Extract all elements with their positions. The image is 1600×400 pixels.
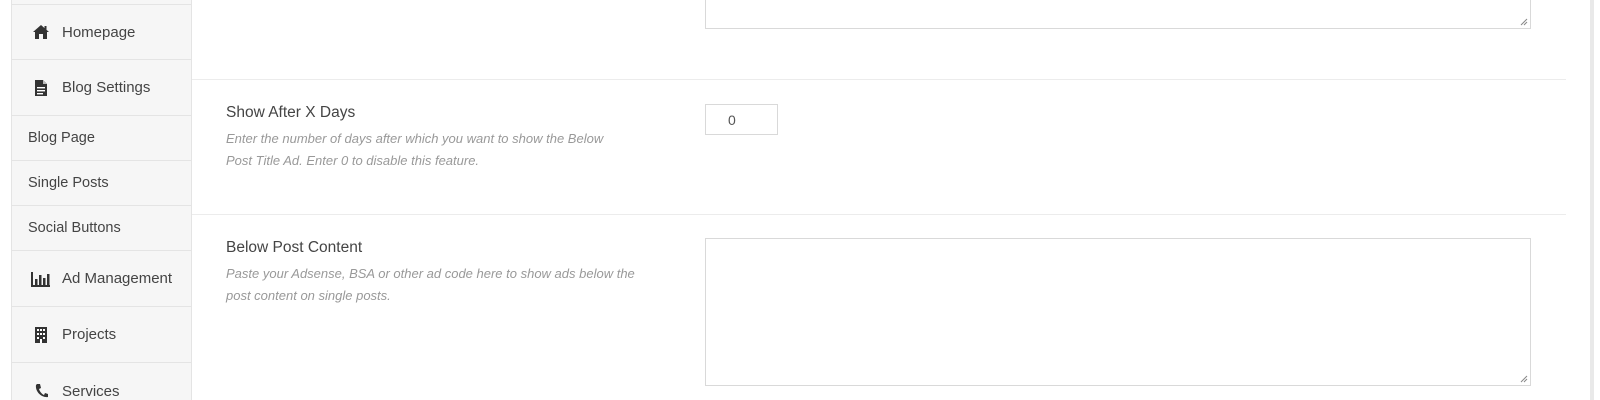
sidebar-item-social-buttons[interactable]: Social Buttons	[12, 206, 191, 251]
sidebar-item-label: Projects	[62, 326, 117, 343]
options-panel: Show After X Days Enter the number of da…	[192, 0, 1566, 400]
sidebar-item-label: Blog Page	[28, 130, 95, 146]
options-sidebar: Homepage Blog Settings Blog Page Single …	[11, 0, 192, 400]
resize-grip-icon[interactable]	[1520, 18, 1528, 26]
field-title: Show After X Days	[226, 104, 356, 121]
sidebar-item-projects[interactable]: Projects	[12, 307, 191, 363]
show-after-days-label: Show After X Days Enter the number of da…	[226, 104, 646, 172]
below-post-content-label: Below Post Content Paste your Adsense, B…	[226, 239, 646, 307]
sidebar-item-blog-page[interactable]: Blog Page	[12, 116, 191, 161]
field-title: Below Post Content	[226, 239, 363, 256]
below-post-content-row: Below Post Content Paste your Adsense, B…	[192, 215, 1566, 400]
building-icon	[30, 325, 52, 345]
show-after-days-input[interactable]	[705, 104, 778, 135]
field-description: Paste your Adsense, BSA or other ad code…	[226, 266, 635, 303]
previous-ad-code-textarea[interactable]	[705, 0, 1531, 29]
sidebar-item-label: Single Posts	[28, 175, 109, 191]
bar-chart-icon	[30, 269, 52, 289]
field-description: Enter the number of days after which you…	[226, 131, 604, 168]
sidebar-item-single-posts[interactable]: Single Posts	[12, 161, 191, 206]
previous-field-row	[192, 0, 1566, 80]
sidebar-item-ad-management[interactable]: Ad Management	[12, 251, 191, 307]
sidebar-item-label: Social Buttons	[28, 220, 121, 236]
scrollbar[interactable]	[1566, 0, 1600, 400]
document-icon	[30, 78, 52, 98]
scrollbar-thumb[interactable]	[1590, 0, 1594, 400]
sidebar-item-label: Homepage	[62, 23, 136, 41]
sidebar-item-label: Ad Management	[62, 270, 173, 287]
sidebar-item-label: Blog Settings	[62, 79, 151, 96]
sidebar-item-label: Services	[62, 382, 120, 400]
below-post-content-textarea[interactable]	[705, 238, 1531, 386]
phone-icon	[30, 381, 52, 400]
show-after-days-row: Show After X Days Enter the number of da…	[192, 80, 1566, 215]
sidebar-item-services[interactable]: Services	[12, 363, 191, 400]
sidebar-item-homepage[interactable]: Homepage	[12, 4, 191, 60]
home-icon	[30, 22, 52, 42]
resize-grip-icon[interactable]	[1520, 375, 1528, 383]
sidebar-item-blog-settings[interactable]: Blog Settings	[12, 60, 191, 116]
